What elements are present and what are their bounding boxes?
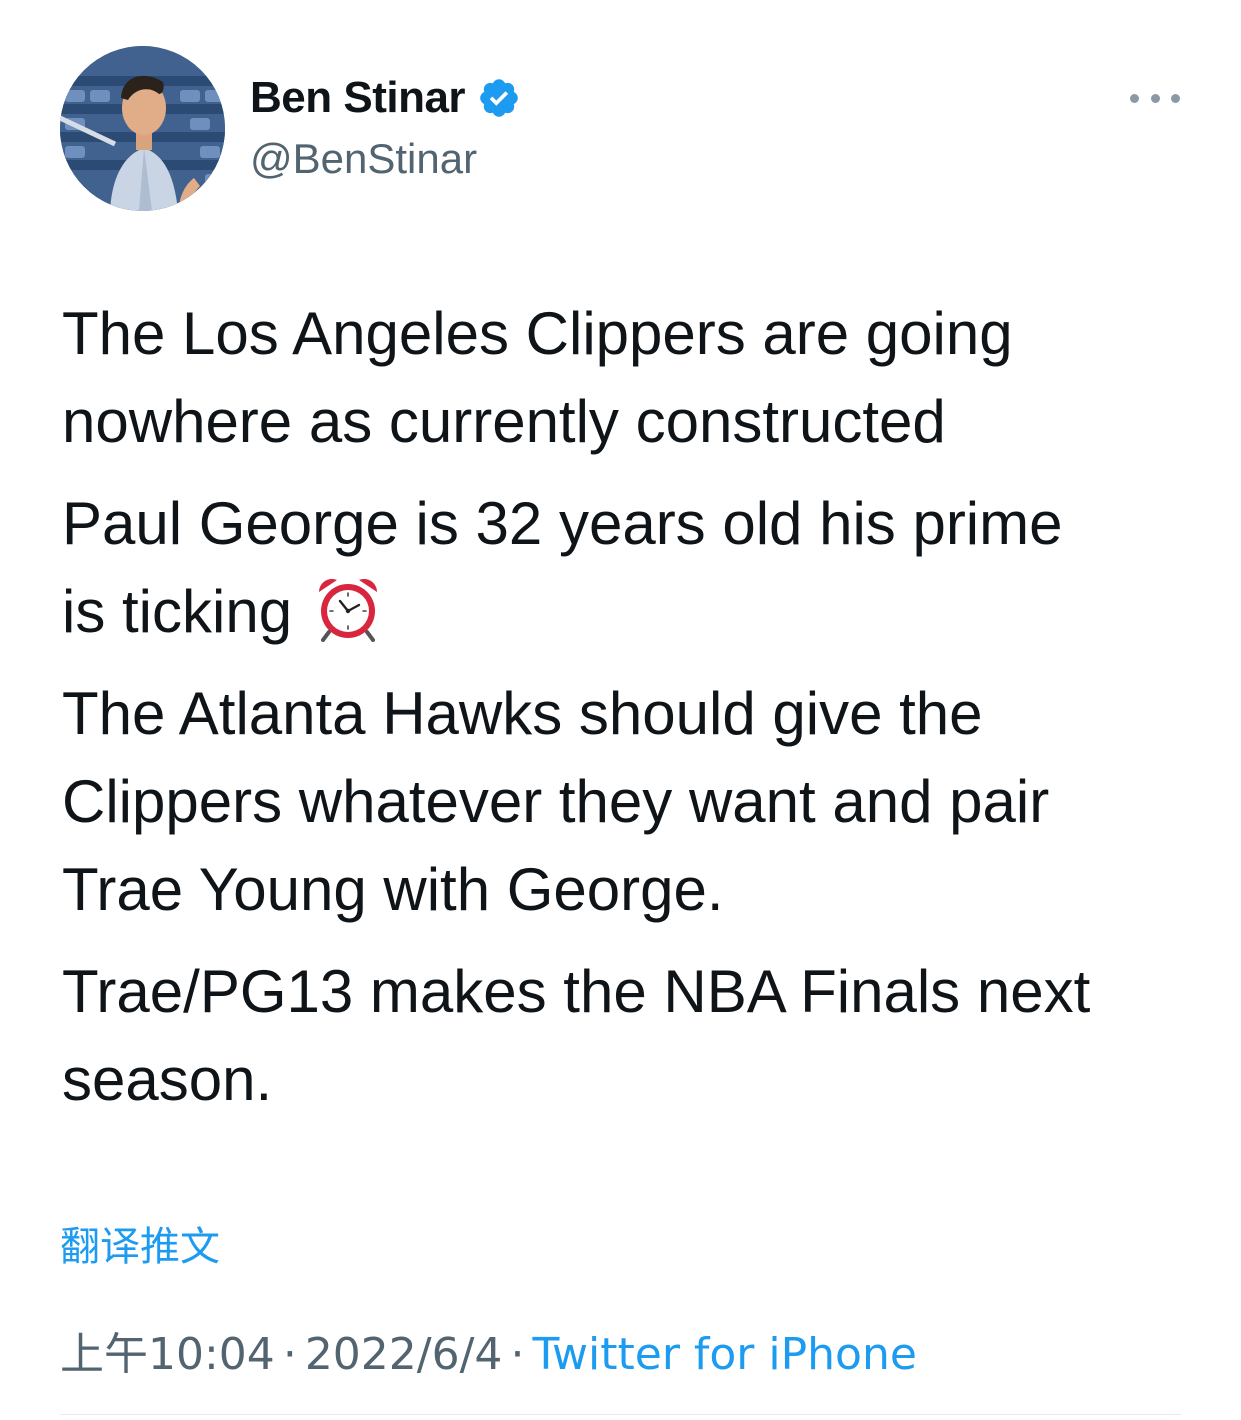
- tweet-line: Paul George is 32 years old his prime: [62, 490, 1063, 557]
- tweet-paragraph-3: The Atlanta Hawks should give the Clippe…: [62, 670, 1232, 934]
- tweet-time[interactable]: 上午10:04: [60, 1329, 275, 1380]
- translate-tweet-link[interactable]: 翻译推文: [60, 1214, 220, 1272]
- more-dot: [1171, 93, 1180, 103]
- alarm-clock-icon: [318, 579, 377, 642]
- tweet-paragraph-4: Trae/PG13 makes the NBA Finals next seas…: [62, 948, 1232, 1124]
- more-options-icon[interactable]: [1130, 84, 1180, 112]
- tweet-paragraph-2: Paul George is 32 years old his prime is…: [62, 480, 1232, 656]
- meta-separator: ·: [510, 1329, 525, 1380]
- more-dot: [1150, 93, 1160, 103]
- tweet-paragraph-1: The Los Angeles Clippers are going nowhe…: [62, 290, 1232, 466]
- tweet-line: Trae/PG13 makes the NBA Finals next: [62, 958, 1091, 1025]
- meta-separator: ·: [282, 1329, 297, 1380]
- tweet-line: Trae Young with George.: [62, 856, 724, 923]
- tweet-date[interactable]: 2022/6/4: [305, 1329, 503, 1380]
- divider: [60, 1414, 1181, 1415]
- more-dot: [1130, 93, 1139, 103]
- author-avatar[interactable]: [60, 46, 225, 211]
- tweet-source-link[interactable]: Twitter for iPhone: [532, 1329, 916, 1380]
- verified-badge-icon: [480, 79, 518, 117]
- author-name-row[interactable]: Ben Stinar: [250, 68, 521, 128]
- author-handle[interactable]: @BenStinar: [250, 135, 477, 183]
- tweet-line: The Atlanta Hawks should give the: [62, 680, 983, 747]
- tweet-line: is ticking: [62, 578, 293, 645]
- tweet-line: nowhere as currently constructed: [62, 388, 946, 455]
- tweet-line: The Los Angeles Clippers are going: [62, 300, 1013, 367]
- tweet-text: The Los Angeles Clippers are going nowhe…: [62, 290, 1232, 1138]
- author-display-name[interactable]: Ben Stinar: [250, 73, 466, 123]
- tweet-line: Clippers whatever they want and pair: [62, 768, 1050, 835]
- tweet-line: season.: [62, 1046, 273, 1113]
- tweet-meta: 上午10:04 · 2022/6/4 · Twitter for iPhone: [60, 1318, 917, 1382]
